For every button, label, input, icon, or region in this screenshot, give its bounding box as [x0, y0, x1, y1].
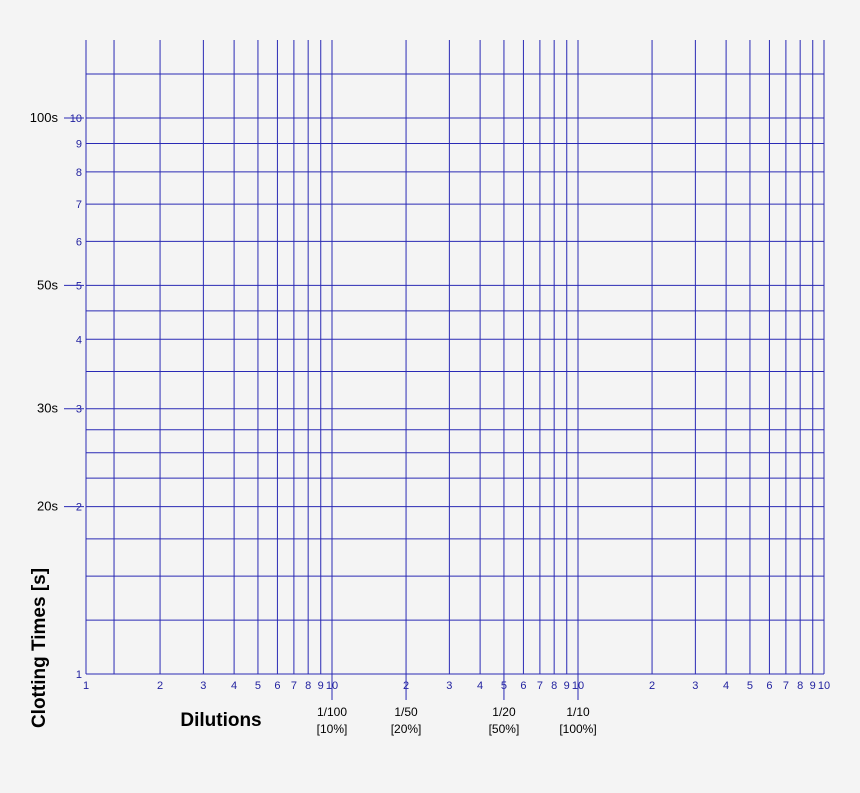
- x-tick-label: 8: [305, 680, 311, 692]
- x-tick-label: 7: [783, 680, 789, 692]
- x-annotation-percent: [20%]: [391, 722, 422, 736]
- x-tick-label: 7: [291, 680, 297, 692]
- y-annotation-label: 30s: [37, 401, 58, 416]
- y-annotation-label: 100s: [30, 110, 59, 125]
- x-annotation-ratio: 1/50: [394, 705, 418, 719]
- x-tick-label: 9: [810, 680, 816, 692]
- y-tick-label: 9: [76, 138, 82, 150]
- y-tick-label: 3: [76, 404, 82, 416]
- y-tick-labels: 1 2 3 4 5 6 7 8 9 10: [70, 113, 82, 681]
- x-annotation-percent: [100%]: [559, 722, 596, 736]
- y-tick-label: 4: [76, 334, 82, 346]
- x-tick-label: 1: [83, 680, 89, 692]
- x-tick-label: 2: [157, 680, 163, 692]
- x-annotation-ratio: 1/10: [566, 705, 590, 719]
- x-tick-label: 3: [200, 680, 206, 692]
- y-tick-label: 5: [76, 280, 82, 292]
- x-tick-label: 4: [477, 680, 483, 692]
- x-annotation-ratio: 1/100: [317, 705, 347, 719]
- x-tick-label: 6: [520, 680, 526, 692]
- x-annotation-ratio: 1/20: [492, 705, 516, 719]
- y-tick-label: 7: [76, 199, 82, 211]
- y-tick-label: 2: [76, 502, 82, 514]
- x-tick-label: 10: [818, 680, 830, 692]
- x-tick-label: 9: [318, 680, 324, 692]
- x-tick-label: 5: [255, 680, 261, 692]
- x-tick-label: 6: [766, 680, 772, 692]
- y-tick-label: 10: [70, 113, 82, 125]
- x-tick-label: 8: [551, 680, 557, 692]
- y-annotation-label: 50s: [37, 277, 58, 292]
- x-tick-label: 2: [649, 680, 655, 692]
- x-tick-label: 3: [446, 680, 452, 692]
- y-annotation-label: 20s: [37, 499, 58, 514]
- x-tick-label: 5: [747, 680, 753, 692]
- x-tick-label: 4: [723, 680, 729, 692]
- x-tick-label: 4: [231, 680, 237, 692]
- chart-area: 12345678910 1234567891023456789102345678…: [0, 0, 860, 788]
- y-tick-label: 1: [76, 669, 82, 681]
- log-log-graph: 12345678910 1234567891023456789102345678…: [29, 40, 830, 736]
- grid: [85, 40, 825, 675]
- x-tick-labels: 1234567891023456789102345678910: [83, 680, 830, 692]
- y-axis-label: Clotting Times [s]: [29, 568, 50, 728]
- x-tick-label: 6: [274, 680, 280, 692]
- x-tick-label: 7: [537, 680, 543, 692]
- x-annotation-percent: [10%]: [317, 722, 348, 736]
- x-tick-label: 9: [564, 680, 570, 692]
- x-tick-label: 8: [797, 680, 803, 692]
- x-annotation-percent: [50%]: [489, 722, 520, 736]
- x-tick-label: 3: [692, 680, 698, 692]
- y-tick-label: 8: [76, 167, 82, 179]
- y-tick-label: 6: [76, 236, 82, 248]
- x-axis-label: Dilutions: [180, 710, 261, 731]
